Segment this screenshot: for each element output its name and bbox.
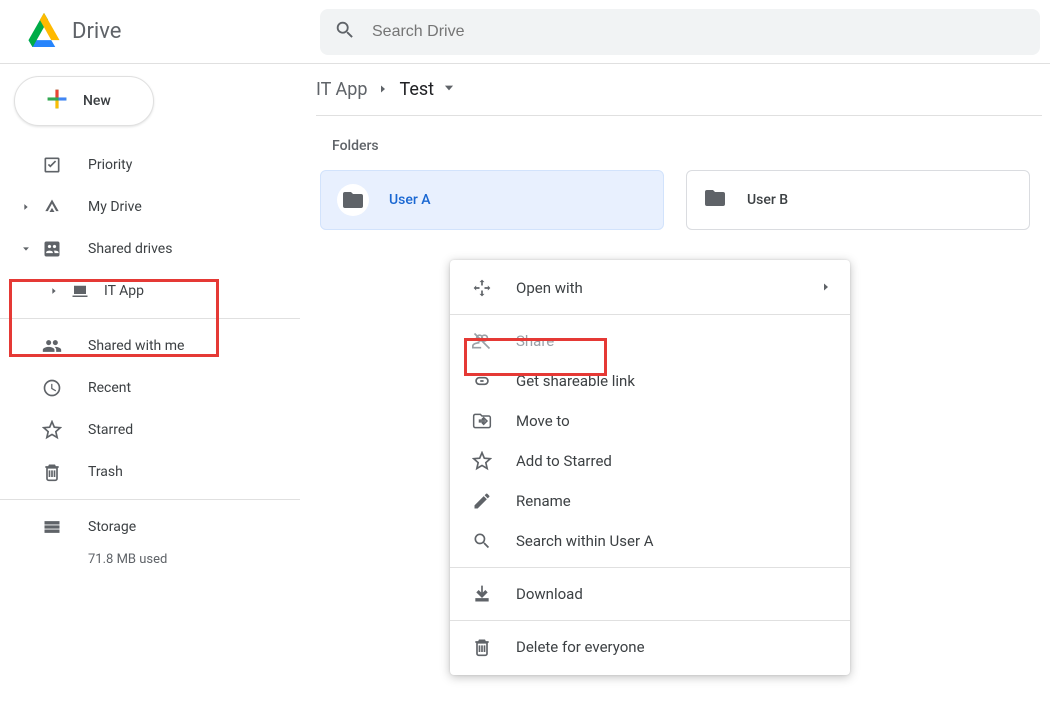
star-icon [470,451,494,471]
search-box[interactable] [320,9,1040,55]
expand-arrow-icon[interactable] [46,286,62,296]
download-icon [470,584,494,604]
chevron-right-icon [820,279,832,297]
sidebar-item-sharedwithme[interactable]: Shared with me [0,325,300,367]
menu-add-starred[interactable]: Add to Starred [450,441,850,481]
menu-get-link[interactable]: Get shareable link [450,361,850,401]
menu-divider [450,314,850,315]
menu-divider [450,567,850,568]
search-icon [470,531,494,551]
sidebar-item-starred[interactable]: Starred [0,409,300,451]
chevron-right-icon [377,79,389,100]
menu-rename[interactable]: Rename [450,481,850,521]
menu-share: Share [450,321,850,361]
shared-drive-icon [68,282,92,300]
folder-card-user-a[interactable]: User A [320,170,664,230]
menu-download[interactable]: Download [450,574,850,614]
plus-icon [43,85,71,117]
folders-section-label: Folders [332,138,1042,154]
menu-search-within[interactable]: Search within User A [450,521,850,561]
shared-drives-icon [40,239,64,259]
product-name: Drive [72,19,121,44]
menu-open-with[interactable]: Open with [450,268,850,308]
storage-used-label: 71.8 MB used [0,552,300,567]
sidebar-item-shareddrives[interactable]: Shared drives [0,228,300,270]
breadcrumb-current[interactable]: Test [399,79,456,100]
folder-icon [703,186,727,214]
divider [0,499,300,500]
trash-icon [470,637,494,657]
search-input[interactable] [370,22,1026,42]
collapse-arrow-icon[interactable] [18,244,34,254]
drive-logo-icon [26,11,62,53]
link-icon [470,371,494,391]
breadcrumb: IT App Test [316,64,1042,116]
logo-area[interactable]: Drive [0,11,320,53]
menu-move-to[interactable]: Move to [450,401,850,441]
search-icon [334,19,356,45]
new-button-label: New [83,93,111,109]
menu-delete[interactable]: Delete for everyone [450,627,850,667]
rename-icon [470,491,494,511]
storage-icon [40,517,64,537]
sidebar-item-priority[interactable]: Priority [0,144,300,186]
sidebar-item-itapp[interactable]: IT App [0,270,300,312]
folder-card-user-b[interactable]: User B [686,170,1030,230]
menu-divider [450,620,850,621]
sidebar-item-trash[interactable]: Trash [0,451,300,493]
star-icon [40,420,64,440]
divider [0,318,300,319]
open-with-icon [470,278,494,298]
clock-icon [40,378,64,398]
sidebar-item-recent[interactable]: Recent [0,367,300,409]
context-menu: Open with Share Get shareable link Move … [450,260,850,675]
expand-arrow-icon[interactable] [18,202,34,212]
move-icon [470,411,494,431]
drive-icon [40,197,64,217]
people-icon [40,336,64,356]
sidebar-item-mydrive[interactable]: My Drive [0,186,300,228]
sidebar-item-storage[interactable]: Storage [0,506,300,548]
priority-icon [40,155,64,175]
breadcrumb-parent[interactable]: IT App [316,79,367,100]
trash-icon [40,462,64,482]
share-icon [470,331,494,351]
folder-icon [337,184,369,216]
chevron-down-icon [434,79,456,100]
folder-name: User B [747,192,788,208]
folder-name: User A [389,192,431,208]
new-button[interactable]: New [14,76,154,126]
